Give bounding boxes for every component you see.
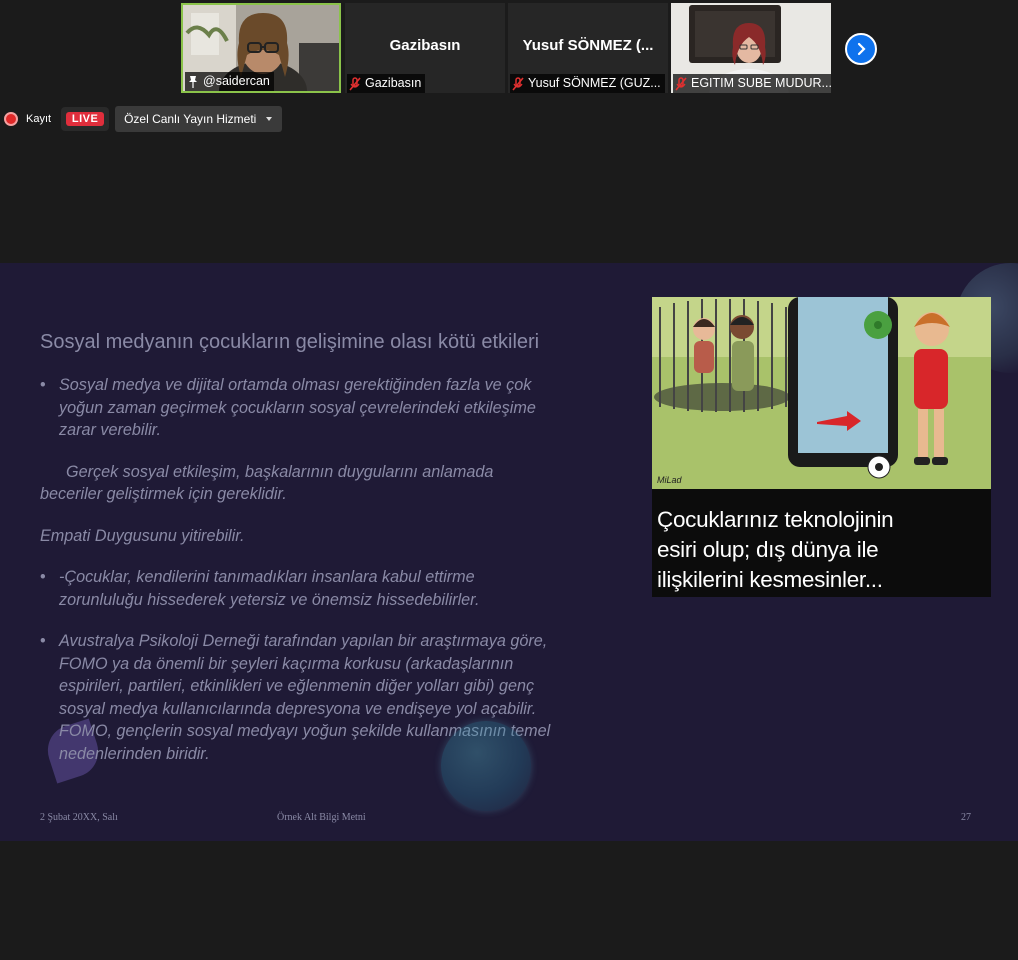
participant-display-name: Gazibasın (389, 37, 461, 54)
cartoon-caption: Çocuklarınız teknolojinin esiri olup; dı… (657, 505, 894, 595)
participant-tile-egitim-sube[interactable]: EGITIM SUBE MUDUR... (671, 3, 831, 93)
participant-tile-yusuf-sonmez[interactable]: Yusuf SÖNMEZ (... Yusuf SÖNMEZ (GUZ... (508, 3, 668, 93)
slide-footer-text: Örnek Alt Bilgi Metni (277, 812, 366, 823)
next-participants-button[interactable] (845, 33, 877, 65)
slide-bullet: -Çocuklar, kendilerini tanımadıkları ins… (40, 566, 555, 611)
live-label: LIVE (65, 112, 105, 126)
recording-label: Kayıt (26, 113, 52, 125)
participant-name-tag: Yusuf SÖNMEZ (GUZ... (510, 74, 665, 93)
slide-bullet: Sosyal medya ve dijital ortamda olması g… (40, 374, 555, 442)
participant-name: EGITIM SUBE MUDUR... (691, 76, 831, 90)
slide-cartoon-image: MiLad Çocuklarınız teknolojinin esiri ol… (652, 297, 991, 597)
participant-name: Yusuf SÖNMEZ (GUZ... (528, 76, 661, 90)
cartoon-illustration: MiLad (652, 297, 991, 489)
cartoon-signature: MiLad (657, 475, 683, 485)
mic-muted-icon (349, 76, 361, 91)
shared-slide: Sosyal medyanın çocukların gelişimine ol… (0, 263, 1018, 841)
participant-tile-gazibasin[interactable]: Gazibasın Gazibasın (345, 3, 505, 93)
participant-name: @saidercan (203, 74, 270, 88)
pin-icon (189, 75, 197, 88)
stream-service-dropdown[interactable]: Özel Canlı Yayın Hizmeti (115, 106, 283, 132)
recording-bar: Kayıt LIVE Özel Canlı Yayın Hizmeti (4, 106, 283, 132)
caption-line: ilişkilerini kesmesinler... (657, 567, 883, 592)
participant-name-tag: @saidercan (185, 72, 274, 91)
participant-tile-saidercan[interactable]: @saidercan (181, 3, 341, 93)
caret-down-icon (266, 117, 273, 121)
decorative-bubble (441, 721, 531, 811)
slide-footer-date: 2 Şubat 20XX, Salı (40, 812, 118, 823)
slide-paragraph: Empati Duygusunu yitirebilir. (40, 526, 245, 545)
slide-text: Sosyal medyanın çocukların gelişimine ol… (40, 331, 555, 765)
participant-display-name: Yusuf SÖNMEZ (... (522, 37, 654, 54)
stream-service-label: Özel Canlı Yayın Hizmeti (124, 112, 257, 126)
slide-paragraph: Gerçek sosyal etkileşim, başkalarının du… (40, 462, 494, 504)
live-badge[interactable]: LIVE (61, 107, 110, 131)
slide-page-number: 27 (961, 812, 971, 823)
slide-title: Sosyal medyanın çocukların gelişimine ol… (40, 331, 540, 353)
caption-line: esiri olup; dış dünya ile (657, 537, 879, 562)
mic-muted-icon (512, 76, 524, 91)
participant-name: Gazibasın (365, 76, 422, 90)
mic-muted-icon (675, 76, 687, 91)
record-icon[interactable] (4, 112, 18, 126)
participant-name-tag: Gazibasın (347, 74, 426, 93)
chevron-right-icon (857, 42, 866, 56)
participant-name-tag: EGITIM SUBE MUDUR... (673, 74, 831, 93)
caption-line: Çocuklarınız teknolojinin (657, 507, 894, 532)
